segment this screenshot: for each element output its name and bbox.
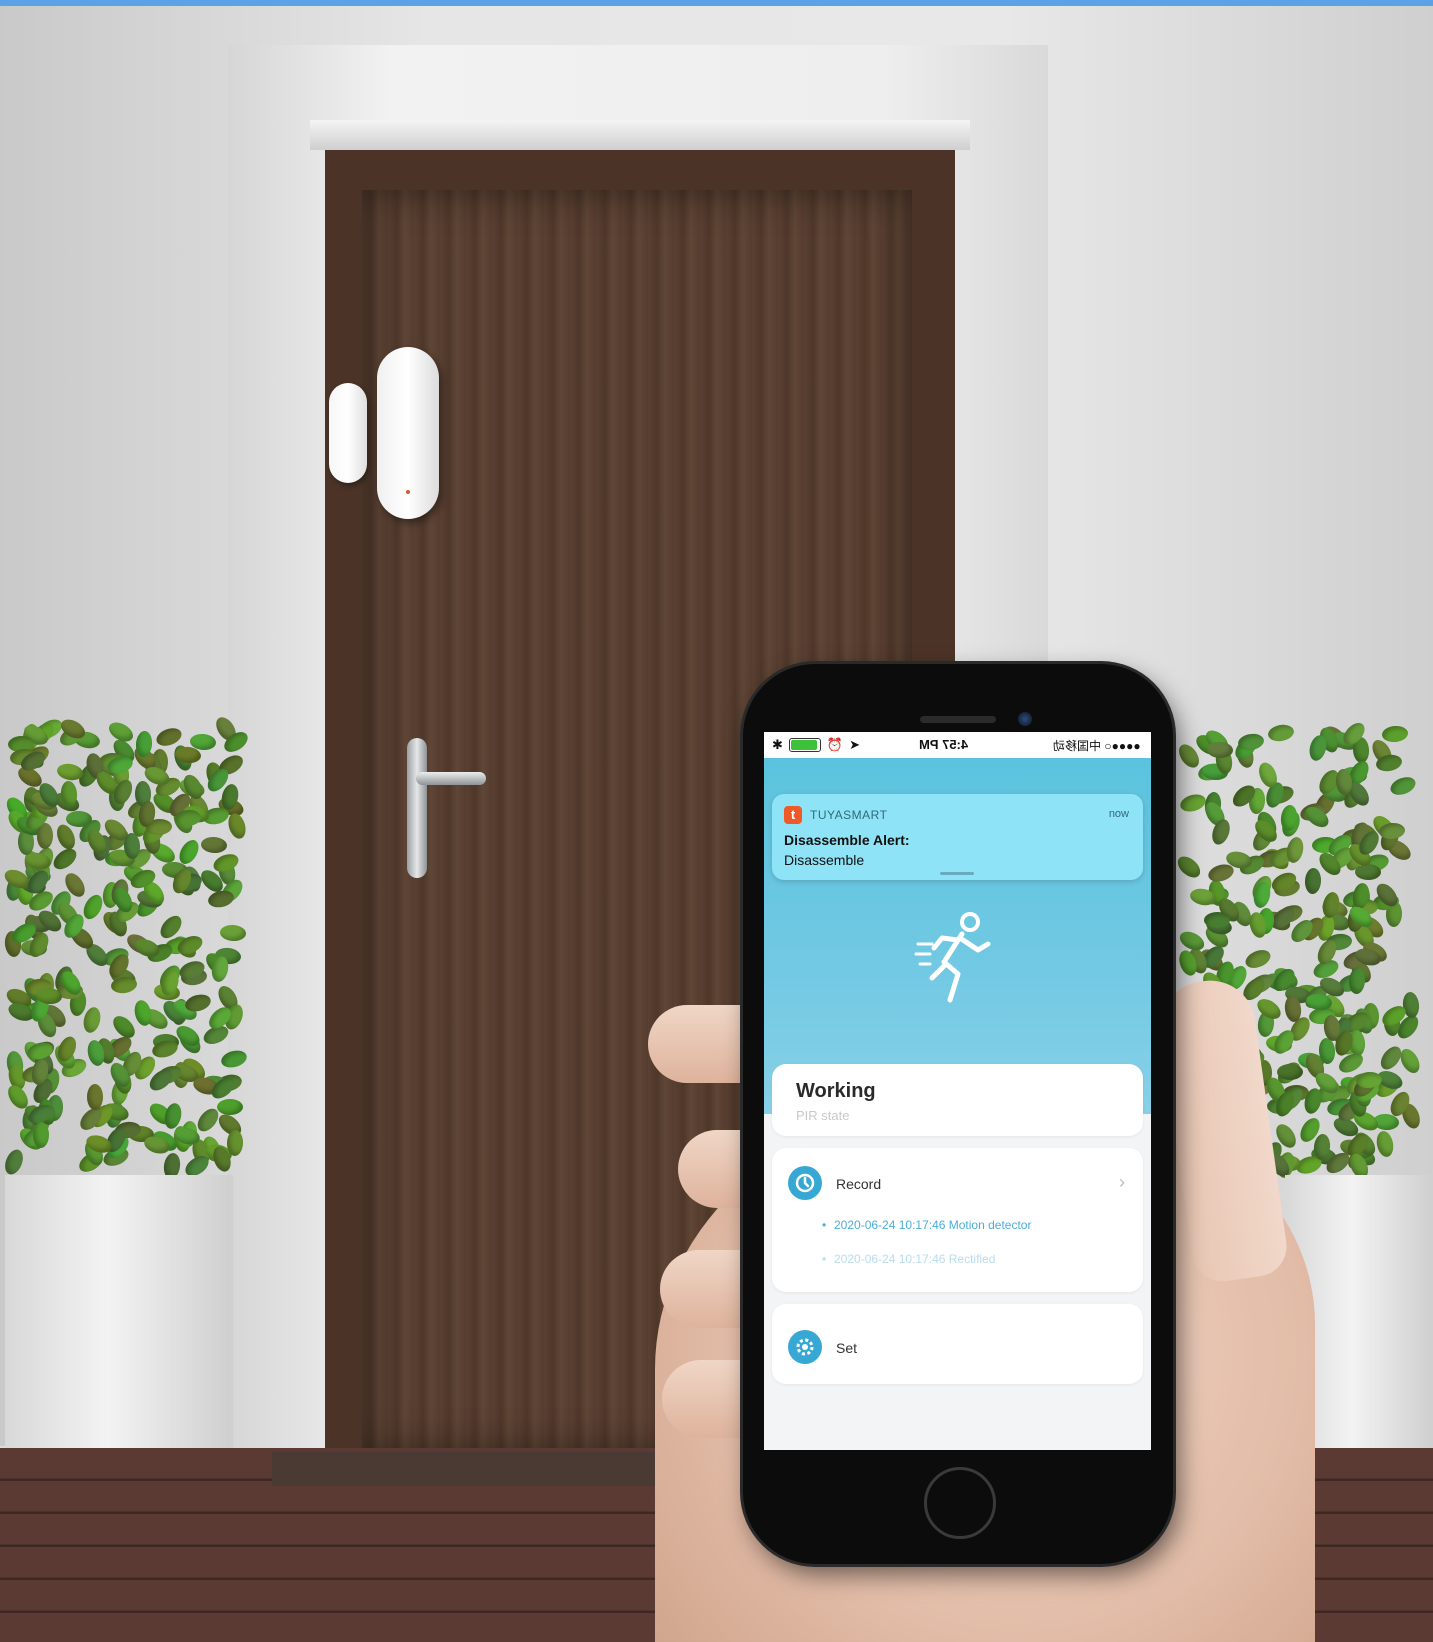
leaf <box>1 1146 27 1178</box>
planter-left <box>5 1175 233 1455</box>
record-card[interactable]: Record › 2020-06-24 10:17:46 Motion dete… <box>772 1148 1143 1292</box>
record-entry: 2020-06-24 10:17:46 Rectified <box>822 1252 995 1266</box>
leaf <box>1284 835 1306 865</box>
settings-label: Set <box>836 1340 858 1356</box>
leaf <box>217 1099 243 1115</box>
leaf <box>1381 724 1409 744</box>
leaf <box>1178 791 1208 815</box>
door-lintel <box>310 120 970 150</box>
leaf <box>206 888 236 910</box>
record-entry: 2020-06-24 10:17:46 Motion detector <box>822 1218 1032 1232</box>
leaf <box>1354 863 1382 881</box>
leaf <box>1387 773 1419 799</box>
tuya-app-icon: t <box>784 806 802 824</box>
leaf <box>225 811 249 841</box>
leaf <box>1374 1129 1396 1159</box>
carrier-signal: ●●●●○ 中国移动 <box>1053 739 1141 753</box>
leaf <box>1304 867 1322 895</box>
leaf <box>1277 1064 1303 1080</box>
leaf <box>1266 722 1296 744</box>
leaf <box>174 809 202 827</box>
leaf <box>65 810 93 828</box>
home-button[interactable] <box>924 1467 996 1539</box>
phone-speaker <box>920 716 996 723</box>
bluetooth-icon: ✱ <box>772 737 783 752</box>
leaf <box>81 1005 103 1035</box>
notification-grabber <box>940 872 974 875</box>
phone-screen: ✱ ⏰ ➤ 4:57 PM ●●●●○ 中国移动 t TUYASMART now… <box>764 732 1151 1450</box>
leaf <box>87 1084 103 1110</box>
notification-time: now <box>1108 808 1129 820</box>
leaf <box>200 836 228 854</box>
battery-icon <box>788 738 821 752</box>
notification-app-name: TUYASMART <box>810 808 888 822</box>
location-icon: ➤ <box>849 737 860 752</box>
plant-left <box>0 713 260 1190</box>
push-notification[interactable]: t TUYASMART now Disassemble Alert: Disas… <box>772 794 1143 880</box>
notification-title: Disassemble Alert: <box>784 832 910 848</box>
sensor-magnet <box>329 383 367 483</box>
alarm-icon: ⏰ <box>826 737 844 752</box>
leaf <box>1378 821 1406 841</box>
door-handle-lever <box>416 772 486 785</box>
clock-icon <box>788 1166 822 1200</box>
status-card: Working PIR state <box>772 1064 1143 1136</box>
leaf <box>109 1012 139 1042</box>
gear-icon <box>788 1330 822 1364</box>
record-label: Record <box>836 1176 882 1192</box>
leaf <box>226 1129 244 1157</box>
leaf <box>219 1047 249 1071</box>
leaf <box>49 844 81 874</box>
leaf <box>1173 852 1205 882</box>
product-scene: ✱ ⏰ ➤ 4:57 PM ●●●●○ 中国移动 t TUYASMART now… <box>0 0 1433 1642</box>
running-person-icon <box>914 912 991 1003</box>
chevron-right-icon: › <box>1119 1172 1125 1192</box>
status-icons: ✱ ⏰ ➤ <box>772 737 860 753</box>
leaf <box>32 1121 50 1149</box>
leaf <box>1242 946 1274 972</box>
status-bar: ✱ ⏰ ➤ 4:57 PM ●●●●○ 中国移动 <box>764 732 1151 758</box>
device-hero-panel: t TUYASMART now Disassemble Alert: Disas… <box>764 758 1151 1114</box>
door-handle-plate <box>407 738 427 878</box>
leaf <box>1348 967 1366 995</box>
leaf <box>219 924 247 942</box>
status-time: 4:57 PM <box>919 737 969 752</box>
front-camera <box>1018 712 1032 726</box>
settings-card[interactable]: Set <box>772 1304 1143 1384</box>
notification-body: Disassemble <box>784 852 865 868</box>
sensor-led <box>406 490 410 494</box>
status-subtitle: PIR state <box>796 1108 850 1123</box>
status-title: Working <box>796 1080 876 1102</box>
